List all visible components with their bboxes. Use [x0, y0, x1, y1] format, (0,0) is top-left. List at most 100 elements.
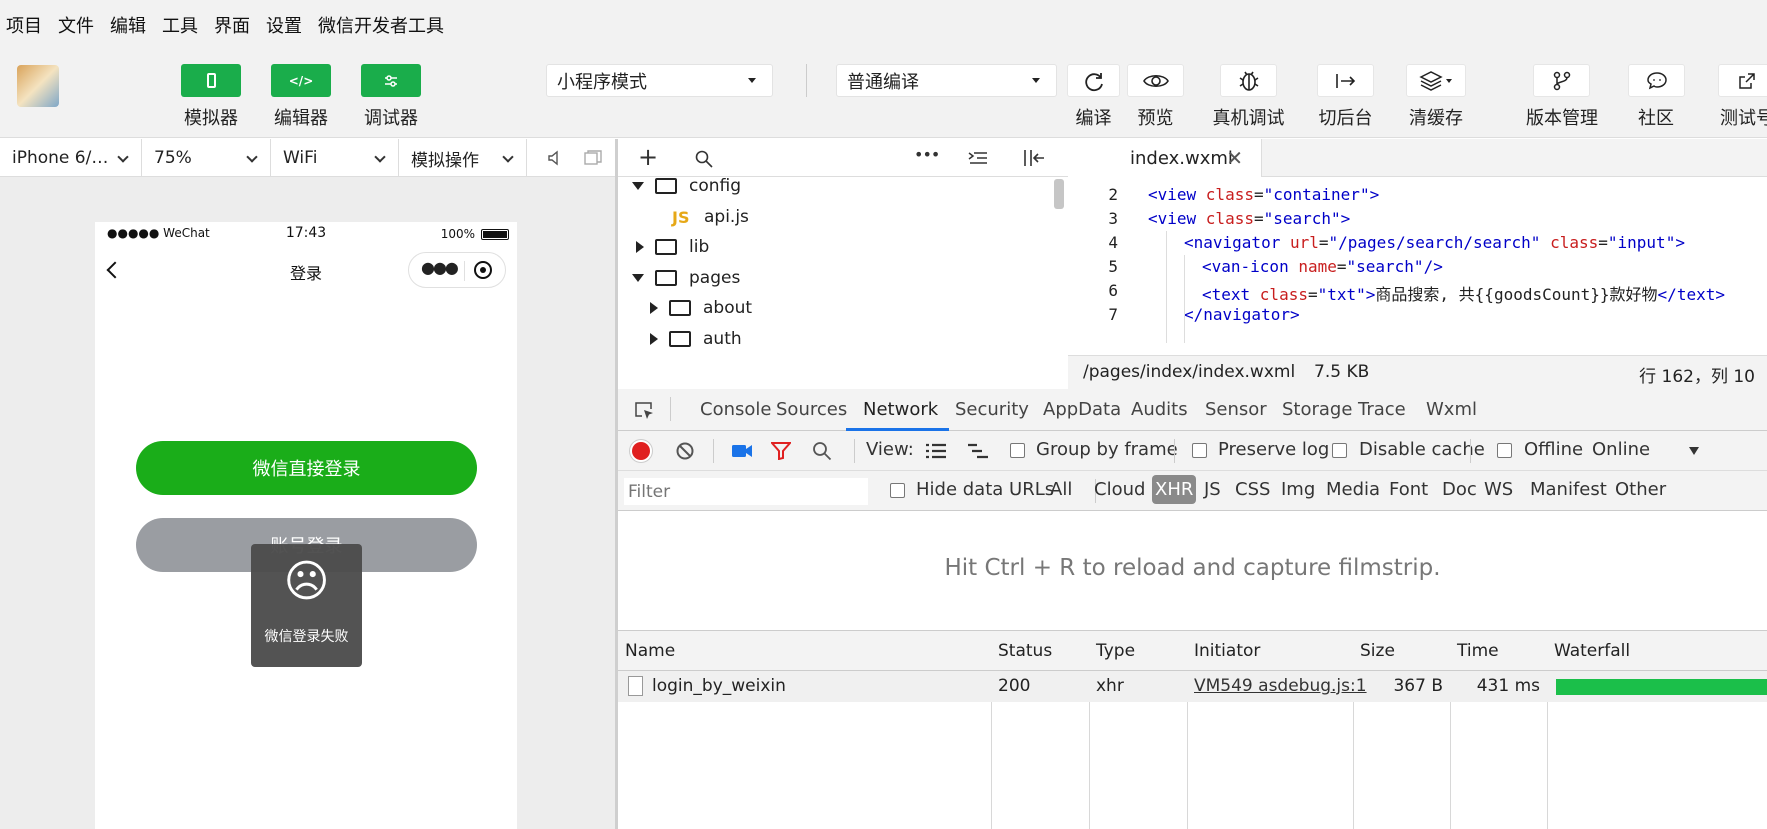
community-button[interactable] — [1628, 64, 1685, 97]
tree-item-config[interactable]: config — [618, 177, 1068, 201]
clear-cache-button[interactable] — [1406, 64, 1466, 97]
collapse-all-icon[interactable] — [968, 150, 988, 166]
tab-sensor[interactable]: Sensor — [1205, 399, 1267, 420]
column-header-type[interactable]: Type — [1089, 631, 1187, 671]
network-select[interactable]: WiFi — [271, 139, 399, 177]
close-icon[interactable]: ✕ — [1226, 146, 1243, 170]
filter-type-ws[interactable]: WS — [1484, 479, 1513, 500]
waterfall-view-icon[interactable] — [967, 443, 989, 459]
tree-item-about[interactable]: about — [618, 293, 1068, 323]
compile-select[interactable]: 普通编译 — [836, 64, 1057, 97]
compile-button[interactable] — [1067, 64, 1120, 97]
bug-icon — [1239, 71, 1258, 91]
preview-button[interactable] — [1127, 64, 1184, 97]
tree-item-lib[interactable]: lib — [618, 232, 1068, 262]
filter-type-all[interactable]: All — [1050, 479, 1072, 500]
filter-type-xhr[interactable]: XHR — [1152, 475, 1197, 504]
column-header-size[interactable]: Size — [1353, 631, 1450, 671]
inspect-icon[interactable] — [634, 401, 656, 421]
filter-input[interactable] — [624, 478, 868, 505]
tab-storage[interactable]: Storage — [1282, 399, 1352, 420]
search-icon[interactable] — [812, 441, 832, 461]
zoom-select[interactable]: 75% — [142, 139, 271, 177]
search-icon[interactable] — [695, 150, 713, 168]
caret-down-icon[interactable] — [1689, 447, 1699, 455]
compile-select-value: 普通编译 — [847, 71, 919, 93]
filter-type-js[interactable]: JS — [1204, 479, 1221, 500]
tab-console[interactable]: Console — [700, 399, 771, 420]
tree-label: pages — [689, 268, 741, 288]
group-by-frame-checkbox[interactable] — [1010, 443, 1025, 458]
mode-select[interactable]: 小程序模式 — [546, 64, 773, 97]
filter-type-manifest[interactable]: Manifest — [1530, 479, 1607, 500]
tree-scrollbar[interactable] — [1054, 179, 1064, 209]
menu-item-2[interactable]: 编辑 — [110, 12, 146, 38]
code-editor[interactable]: 1<!--index.wxml-->2<view class="containe… — [1068, 177, 1767, 355]
column-header-status[interactable]: Status — [991, 631, 1089, 671]
hide-data-urls-checkbox[interactable] — [890, 483, 905, 498]
simulator-button[interactable] — [181, 64, 241, 97]
close-capsule-icon[interactable] — [474, 261, 492, 279]
menu-item-5[interactable]: 设置 — [266, 12, 302, 38]
editor-label: 编辑器 — [274, 108, 328, 129]
wechat-login-button[interactable]: 微信直接登录 — [136, 441, 477, 495]
tab-security[interactable]: Security — [955, 399, 1029, 420]
column-header-name[interactable]: Name — [618, 631, 991, 671]
filter-icon[interactable] — [771, 442, 791, 460]
device-select[interactable]: iPhone 6/… — [0, 139, 142, 177]
throttle-select[interactable]: Online — [1592, 439, 1650, 460]
code-token: class — [1259, 285, 1308, 304]
background-button[interactable] — [1317, 64, 1374, 97]
code-token: class — [1205, 185, 1254, 204]
column-header-waterfall[interactable]: Waterfall — [1547, 631, 1767, 671]
record-icon[interactable] — [632, 442, 650, 460]
filter-type-img[interactable]: Img — [1281, 479, 1315, 500]
view-label: View: — [866, 439, 914, 460]
filter-type-css[interactable]: CSS — [1235, 479, 1270, 500]
filter-type-doc[interactable]: Doc — [1442, 479, 1477, 500]
tab-sources[interactable]: Sources — [776, 399, 847, 420]
menu-item-1[interactable]: 文件 — [58, 12, 94, 38]
offline-checkbox[interactable] — [1497, 443, 1512, 458]
speaker-icon[interactable] — [547, 150, 563, 166]
menu-item-6[interactable]: 微信开发者工具 — [318, 12, 444, 38]
column-header-time[interactable]: Time — [1450, 631, 1547, 671]
version-button[interactable] — [1533, 64, 1590, 97]
filter-type-media[interactable]: Media — [1326, 479, 1380, 500]
tree-item-pages[interactable]: pages — [618, 263, 1068, 293]
menu-item-4[interactable]: 界面 — [214, 12, 250, 38]
clear-icon[interactable] — [675, 441, 695, 461]
tab-wxml[interactable]: Wxml — [1426, 399, 1477, 420]
tree-item-auth[interactable]: auth — [618, 324, 1068, 354]
remote-debug-button[interactable] — [1220, 64, 1277, 97]
debugger-button[interactable] — [361, 64, 421, 97]
filter-type-cloud[interactable]: Cloud — [1094, 479, 1145, 500]
avatar[interactable] — [17, 65, 59, 107]
more-icon[interactable]: ••• — [914, 145, 940, 164]
window-icon[interactable] — [584, 150, 602, 166]
tab-network[interactable]: Network — [863, 399, 938, 420]
tab-audits[interactable]: Audits — [1131, 399, 1188, 420]
split-panel-icon[interactable] — [1023, 149, 1045, 167]
filter-type-other[interactable]: Other — [1615, 479, 1666, 500]
menu-item-3[interactable]: 工具 — [162, 12, 198, 38]
tab-trace[interactable]: Trace — [1358, 399, 1406, 420]
preserve-log-checkbox[interactable] — [1192, 443, 1207, 458]
video-camera-icon[interactable] — [731, 443, 753, 459]
disable-cache-checkbox[interactable] — [1332, 443, 1347, 458]
tab-index-wxml[interactable]: index.wxml ✕ — [1068, 139, 1262, 178]
tree-item-api-js[interactable]: JS api.js — [618, 202, 1068, 232]
capsule-menu[interactable]: ●●● — [408, 252, 506, 288]
cell-initiator-link[interactable]: VM549 asdebug.js:1 — [1194, 676, 1367, 696]
operation-select[interactable]: 模拟操作 — [399, 139, 527, 177]
more-icon[interactable]: ●●● — [421, 258, 459, 277]
tab-appdata[interactable]: AppData — [1043, 399, 1121, 420]
filter-type-font[interactable]: Font — [1389, 479, 1428, 500]
test-account-button[interactable] — [1718, 64, 1767, 97]
column-header-initiator[interactable]: Initiator — [1187, 631, 1353, 671]
menu-item-0[interactable]: 项目 — [6, 12, 42, 38]
add-icon[interactable]: + — [638, 143, 658, 171]
editor-button[interactable]: </> — [271, 64, 331, 97]
list-view-icon[interactable] — [925, 443, 947, 459]
cell-name[interactable]: login_by_weixin — [652, 676, 786, 696]
